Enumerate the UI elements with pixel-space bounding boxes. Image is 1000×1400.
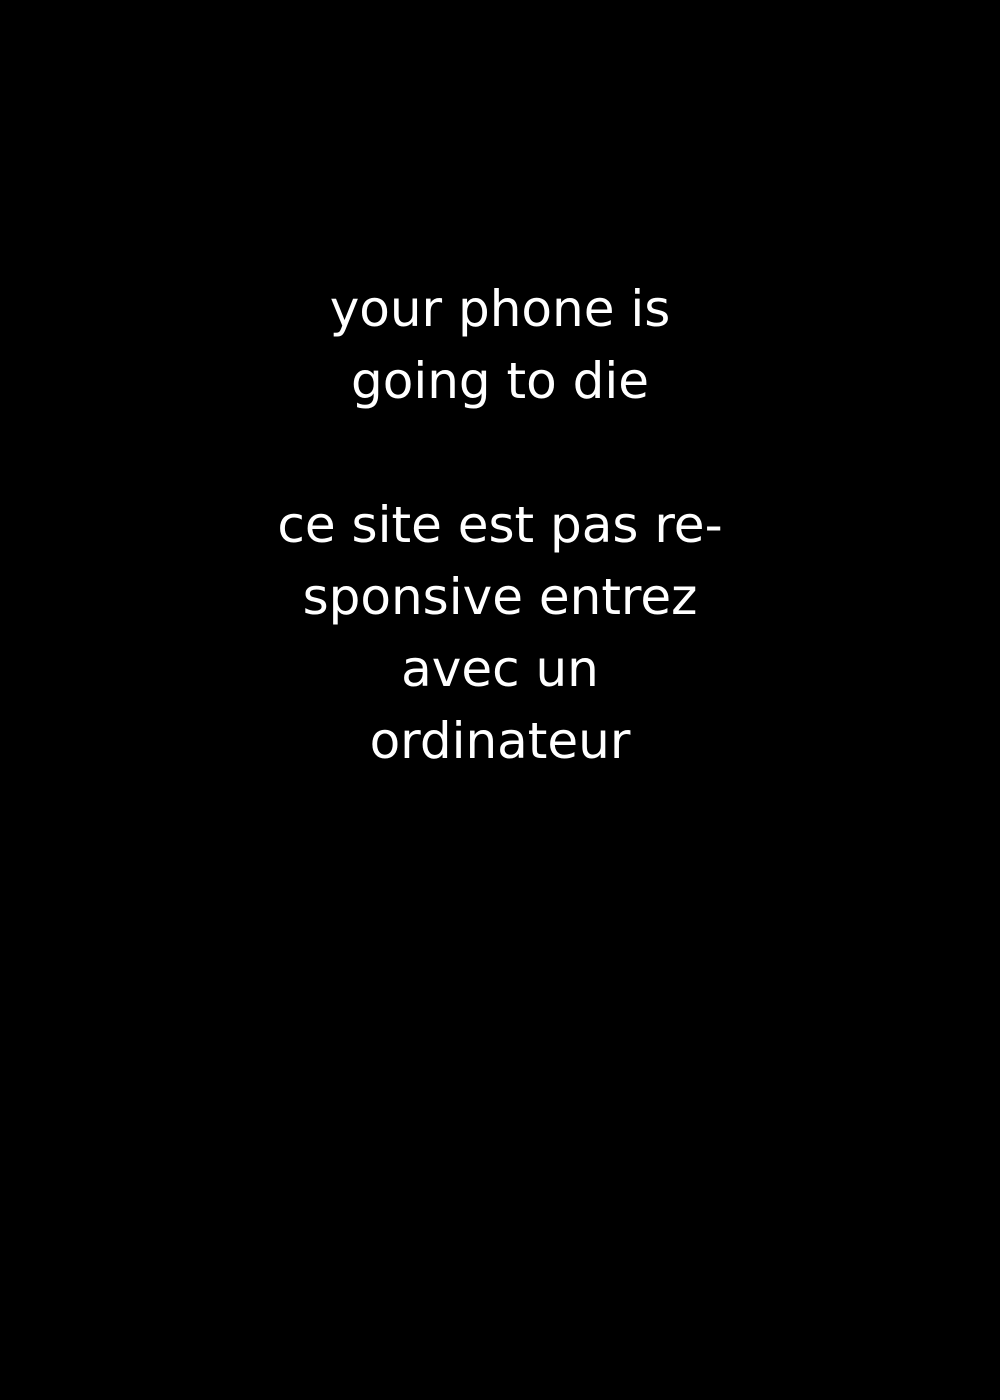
message-spacer [0, 417, 1000, 489]
message-line-1: your phone is [329, 280, 671, 338]
not-responsive-message: your phone is going to die ce site est p… [0, 273, 1000, 777]
message-line-5: avec un [401, 640, 599, 698]
mobile-warning-screen: your phone is going to die ce site est p… [0, 0, 1000, 1400]
message-line-6: ordinateur [369, 712, 631, 770]
message-line-2: going to die [350, 352, 650, 410]
message-line-3: ce site est pas re- [277, 496, 723, 554]
message-line-4: sponsive entrez [302, 568, 698, 626]
